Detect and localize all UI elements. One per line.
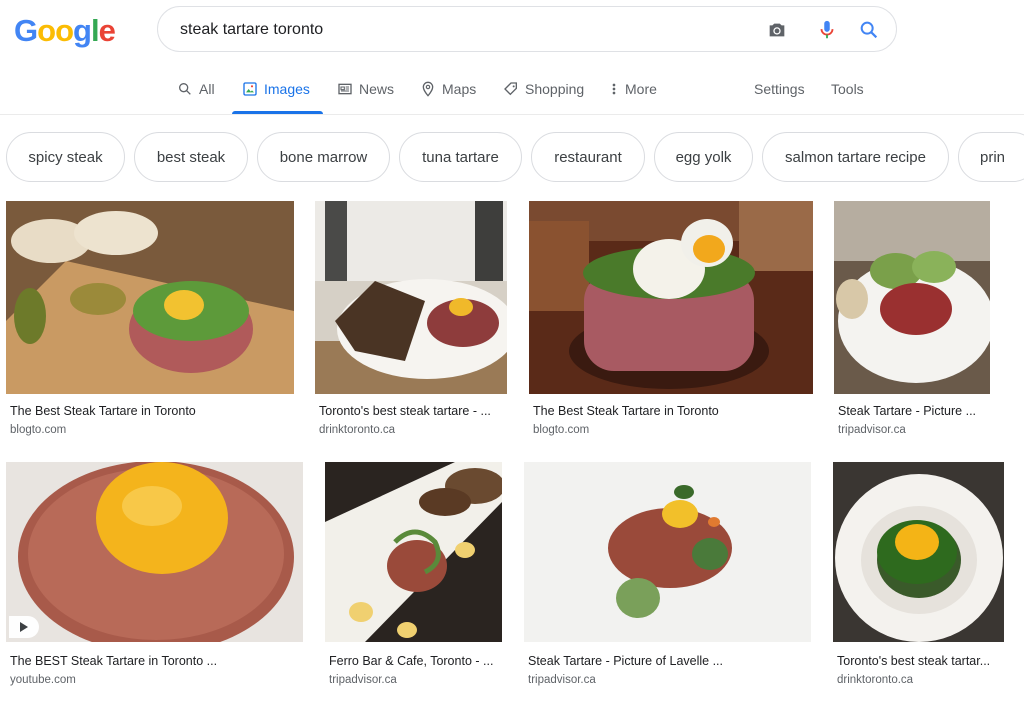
- logo-letter: l: [90, 13, 100, 48]
- result-source: drinktoronto.ca: [837, 674, 914, 686]
- tab-all[interactable]: All: [177, 80, 215, 113]
- result-source: youtube.com: [10, 674, 76, 686]
- more-vert-icon: [612, 83, 616, 95]
- search-icon[interactable]: [858, 19, 880, 41]
- tab-label: News: [359, 81, 395, 97]
- search-bar: [157, 6, 897, 52]
- result-source: tripadvisor.ca: [329, 674, 397, 686]
- tab-label: More: [625, 81, 657, 97]
- microphone-icon[interactable]: [816, 19, 838, 41]
- related-chip[interactable]: best steak: [134, 132, 248, 182]
- logo-letter: o: [37, 13, 56, 48]
- result-image[interactable]: [6, 462, 303, 642]
- search-tabs: All Images News Maps Shopping More Setti…: [0, 80, 1024, 115]
- related-chip[interactable]: salmon tartare recipe: [762, 132, 949, 182]
- result-title[interactable]: The BEST Steak Tartare in Toronto ...: [10, 654, 217, 668]
- google-logo[interactable]: Google: [14, 13, 116, 49]
- result-title[interactable]: Toronto's best steak tartare - ...: [319, 404, 491, 418]
- result-image[interactable]: [315, 201, 507, 394]
- related-chip[interactable]: prin: [958, 132, 1024, 182]
- result-image[interactable]: [325, 462, 502, 642]
- tools-link[interactable]: Tools: [831, 80, 864, 113]
- result-source: blogto.com: [533, 424, 590, 436]
- result-image[interactable]: [524, 462, 811, 642]
- logo-letter: g: [73, 13, 92, 48]
- tab-news[interactable]: News: [337, 80, 394, 113]
- tab-images[interactable]: Images: [232, 80, 323, 114]
- settings-link[interactable]: Settings: [754, 80, 805, 113]
- result-title[interactable]: Steak Tartare - Picture ...: [838, 404, 976, 418]
- search-icon: [179, 83, 191, 95]
- search-input[interactable]: [178, 17, 742, 43]
- result-image[interactable]: [834, 201, 990, 394]
- result-title[interactable]: Ferro Bar & Cafe, Toronto - ...: [329, 654, 493, 668]
- related-chip[interactable]: bone marrow: [257, 132, 390, 182]
- result-title[interactable]: The Best Steak Tartare in Toronto: [533, 404, 719, 418]
- video-play-badge: [9, 616, 39, 638]
- result-title[interactable]: Toronto's best steak tartar...: [837, 654, 990, 668]
- map-pin-icon: [422, 81, 434, 97]
- play-icon: [20, 622, 28, 632]
- result-source: tripadvisor.ca: [528, 674, 596, 686]
- tab-label: All: [199, 81, 215, 97]
- result-source: tripadvisor.ca: [838, 424, 906, 436]
- result-source: drinktoronto.ca: [319, 424, 396, 436]
- result-image[interactable]: [529, 201, 813, 394]
- related-chip[interactable]: tuna tartare: [399, 132, 522, 182]
- news-icon: [338, 83, 352, 95]
- result-image[interactable]: [833, 462, 1004, 642]
- tab-maps[interactable]: Maps: [420, 80, 476, 113]
- tab-label: Maps: [442, 81, 477, 97]
- tag-icon: [504, 82, 517, 96]
- result-image[interactable]: [6, 201, 294, 394]
- logo-letter: e: [98, 13, 116, 48]
- logo-letter: o: [55, 13, 74, 48]
- result-title[interactable]: Steak Tartare - Picture of Lavelle ...: [528, 654, 723, 668]
- result-title[interactable]: The Best Steak Tartare in Toronto: [10, 404, 196, 418]
- camera-icon[interactable]: [766, 19, 788, 41]
- related-chip[interactable]: spicy steak: [6, 132, 125, 182]
- logo-letter: G: [14, 13, 38, 48]
- related-chip[interactable]: egg yolk: [654, 132, 753, 182]
- related-chip[interactable]: restaurant: [531, 132, 645, 182]
- tab-label: Images: [264, 81, 310, 97]
- image-icon: [243, 82, 257, 96]
- tab-label: Shopping: [525, 81, 585, 97]
- result-source: blogto.com: [10, 424, 67, 436]
- tab-shopping[interactable]: Shopping: [503, 80, 584, 113]
- tab-more[interactable]: More: [609, 80, 657, 113]
